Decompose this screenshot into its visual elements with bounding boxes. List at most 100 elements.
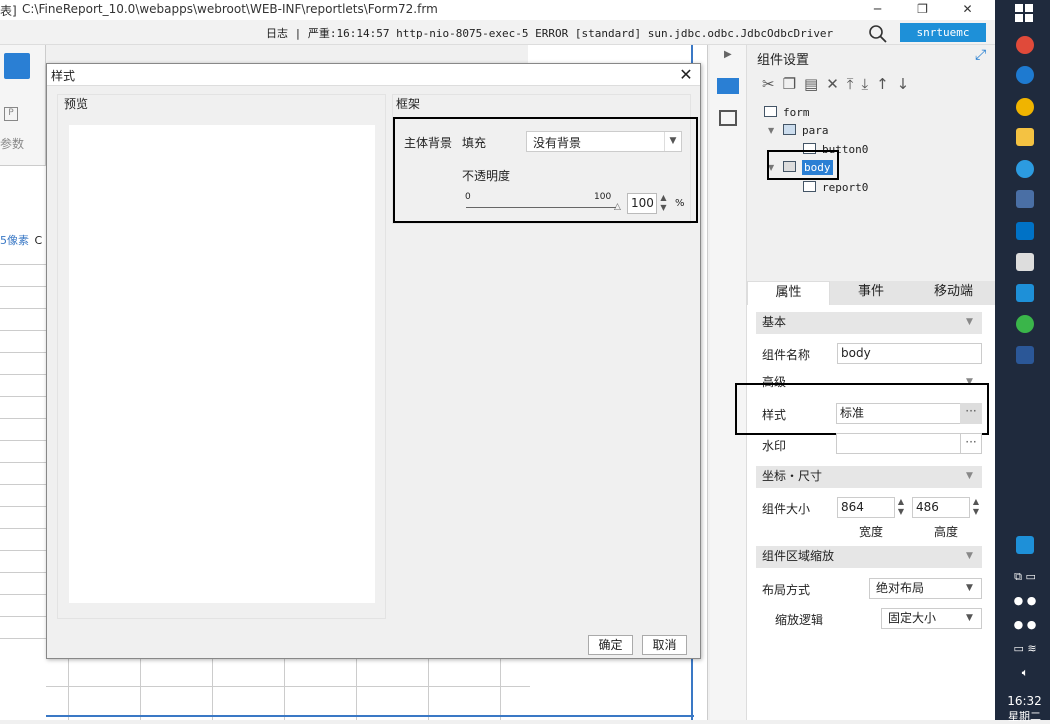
window-title: C:\FineReport_10.0\webapps\webroot\WEB-I…: [22, 2, 438, 16]
name-input[interactable]: body: [837, 343, 982, 364]
move-up-icon[interactable]: ↑: [876, 75, 897, 93]
log-message[interactable]: 日志 | 严重:16:14:57 http-nio-8075-exec-5 ER…: [266, 25, 833, 41]
edit-toolbar: ✂❐▤✕⤒⤓↑↓: [762, 75, 917, 93]
chevron-down-icon: ▼: [664, 132, 681, 151]
panel-title: 组件设置: [757, 53, 810, 68]
width-spinner[interactable]: ▲ ▼: [895, 497, 907, 518]
clock-time: 16:32: [1007, 694, 1042, 708]
windows-start-icon[interactable]: [1015, 4, 1033, 22]
fill-label: 填充: [462, 136, 487, 150]
scale-value: 固定大小: [888, 611, 937, 625]
highlight-style: [735, 383, 989, 435]
dialog-titlebar[interactable]: 样式 ✕: [47, 64, 700, 86]
close-icon[interactable]: ✕: [675, 64, 697, 86]
form-icon: [764, 106, 777, 117]
finereport-icon[interactable]: [1016, 284, 1034, 302]
user-badge[interactable]: snrtuemc: [900, 23, 986, 42]
section-basic[interactable]: 基本 ▼: [756, 312, 982, 334]
param-icon[interactable]: P: [4, 107, 18, 121]
section-coords-label: 坐标・尺寸: [762, 469, 823, 483]
layout-select[interactable]: 绝对布局 ▼: [869, 578, 982, 599]
section-scale[interactable]: 组件区域缩放 ▼: [756, 546, 982, 568]
delete-icon[interactable]: ✕: [826, 75, 847, 93]
close-window-button[interactable]: ✕: [945, 0, 990, 20]
collapse-para-icon[interactable]: ▼: [768, 126, 774, 135]
fill-select[interactable]: 没有背景 ▼: [526, 131, 682, 152]
layout-value: 绝对布局: [876, 581, 925, 595]
tree-form[interactable]: form: [783, 106, 810, 119]
tab-properties[interactable]: 属性: [747, 281, 830, 305]
tab-mobile[interactable]: 移动端: [912, 281, 995, 305]
watermark-more-button[interactable]: ···: [960, 433, 982, 454]
frame-label: 框架: [396, 97, 421, 111]
layout-icon[interactable]: [719, 110, 737, 126]
watermark-label: 水印: [762, 439, 787, 453]
ie-icon[interactable]: [1016, 160, 1034, 178]
opacity-input[interactable]: 100: [627, 193, 657, 214]
canvas-area: [0, 165, 46, 232]
opacity-slider[interactable]: [466, 207, 616, 208]
percent-sign: %: [675, 198, 685, 209]
param-label: 参数: [0, 137, 25, 151]
copy-icon[interactable]: ❐: [783, 75, 804, 93]
watermark-input[interactable]: [836, 433, 961, 454]
chrome-icon[interactable]: [1016, 36, 1034, 54]
ruler-col: C: [34, 234, 43, 247]
outlook-icon[interactable]: [1016, 222, 1034, 240]
layout-label: 布局方式: [762, 583, 811, 597]
name-label: 组件名称: [762, 348, 811, 362]
para-icon: [783, 124, 796, 135]
ruler-text: 5像素: [0, 234, 29, 247]
minimize-button[interactable]: ─: [855, 0, 900, 20]
fill-value: 没有背景: [533, 136, 582, 150]
tab-events[interactable]: 事件: [830, 281, 912, 305]
opacity-spinner[interactable]: ▲ ▼: [657, 193, 670, 214]
chrome-icon-2[interactable]: [1016, 98, 1034, 116]
notes-icon[interactable]: [1016, 253, 1034, 271]
tree-para[interactable]: para: [802, 124, 829, 137]
wechat-icon[interactable]: [1016, 315, 1034, 333]
edge-icon[interactable]: [1016, 66, 1034, 84]
preview-panel: 预览: [57, 94, 386, 619]
ok-button[interactable]: 确定: [588, 635, 633, 655]
width-input[interactable]: 864: [837, 497, 895, 518]
move-down-icon[interactable]: ↓: [897, 75, 918, 93]
move-top-icon[interactable]: ⤒: [847, 75, 862, 93]
preview-canvas: [69, 125, 375, 603]
move-bottom-icon[interactable]: ⤓: [861, 75, 876, 93]
section-basic-label: 基本: [762, 315, 787, 329]
dialog-title: 样式: [51, 69, 76, 83]
main-bg-label: 主体背景: [404, 136, 453, 150]
section-scale-label: 组件区域缩放: [762, 549, 835, 563]
maximize-button[interactable]: ❐: [900, 0, 945, 20]
component-panel-icon[interactable]: [717, 78, 739, 94]
section-coords[interactable]: 坐标・尺寸 ▼: [756, 466, 982, 488]
size-label: 组件大小: [762, 502, 811, 516]
scale-select[interactable]: 固定大小 ▼: [881, 608, 982, 629]
width-label: 宽度: [859, 525, 884, 539]
grid-bottom: [46, 658, 530, 720]
window-titlebar: 表] C:\FineReport_10.0\webapps\webroot\WE…: [0, 0, 995, 20]
word-icon[interactable]: [1016, 346, 1034, 364]
scale-label: 缩放逻辑: [775, 613, 824, 627]
preview-icon[interactable]: [4, 53, 30, 79]
paste-icon[interactable]: ▤: [804, 75, 826, 93]
preview-label: 预览: [64, 97, 89, 111]
height-input[interactable]: 486: [912, 497, 970, 518]
search-icon[interactable]: [866, 22, 890, 44]
ruler: 5像素 C: [0, 232, 46, 248]
tree-report0[interactable]: report0: [822, 181, 868, 194]
expand-arrow-icon[interactable]: ▶: [724, 49, 732, 60]
qq-icon[interactable]: [1016, 536, 1034, 554]
slider-thumb[interactable]: △: [614, 202, 621, 212]
window-title-prefix: 表]: [0, 4, 17, 18]
cancel-button[interactable]: 取消: [642, 635, 687, 655]
slider-min: 0: [465, 192, 471, 202]
folder-icon[interactable]: [1016, 128, 1034, 146]
remote-icon[interactable]: [1016, 190, 1034, 208]
clock-date: 星期二: [1008, 710, 1041, 723]
height-spinner[interactable]: ▲ ▼: [970, 497, 982, 518]
chevron-down-icon: ▼: [966, 613, 973, 623]
pin-icon[interactable]: ⤢: [975, 47, 986, 63]
cut-icon[interactable]: ✂: [762, 75, 783, 93]
